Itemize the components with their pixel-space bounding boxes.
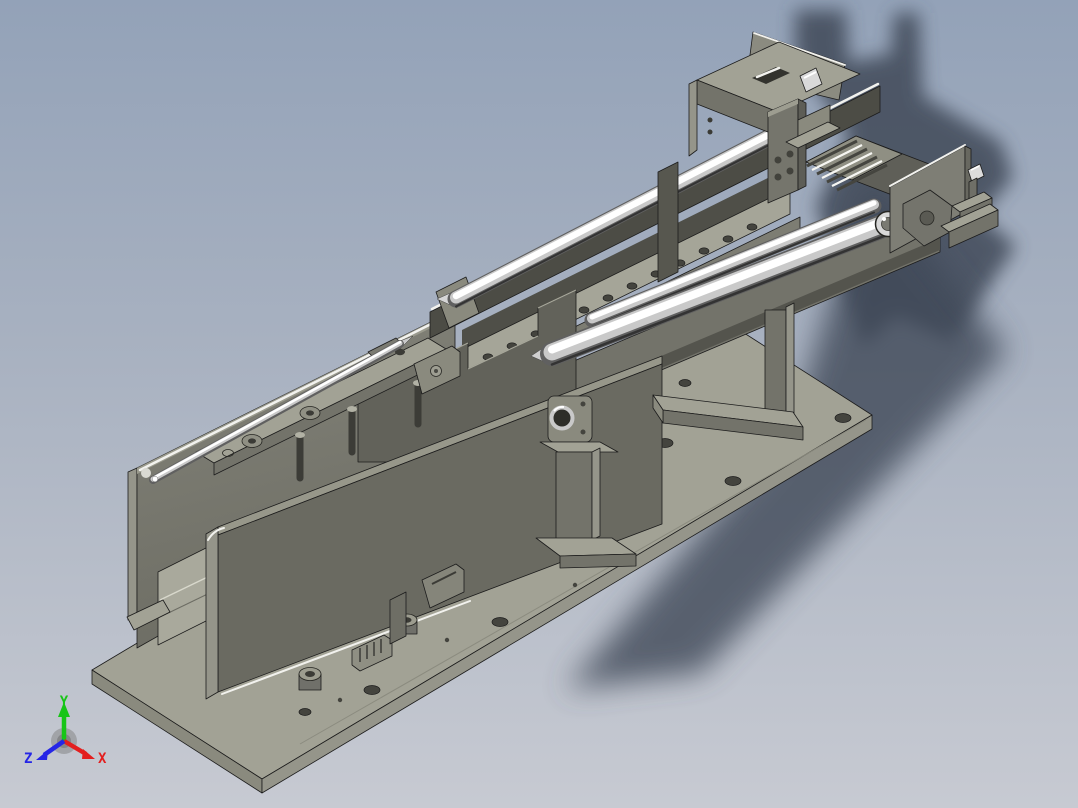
- z-axis-label: Z: [24, 751, 32, 767]
- x-axis-label: X: [98, 751, 107, 767]
- cad-viewport[interactable]: Y X Z: [0, 0, 1078, 808]
- mounting-boss: [298, 667, 322, 691]
- slider-block: [767, 98, 807, 204]
- y-axis-label: Y: [60, 694, 69, 710]
- corner-highlight: [141, 468, 151, 478]
